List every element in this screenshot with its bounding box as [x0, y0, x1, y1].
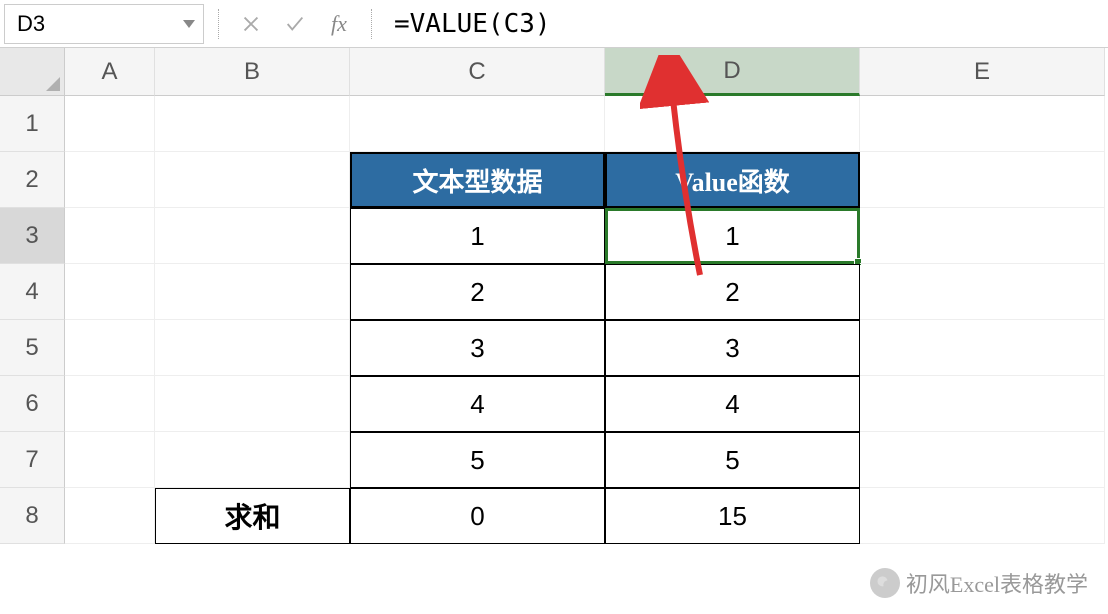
spreadsheet-grid: 1 2 3 4 5 6 7 8 A B C D E	[0, 48, 1108, 544]
row-header-8[interactable]: 8	[0, 488, 65, 544]
cell-e5[interactable]	[860, 320, 1105, 376]
name-box-value: D3	[17, 11, 45, 37]
cell-d5[interactable]: 3	[605, 320, 860, 376]
fx-icon[interactable]: fx	[317, 4, 361, 44]
row-header-2[interactable]: 2	[0, 152, 65, 208]
row-header-1[interactable]: 1	[0, 96, 65, 152]
watermark: 初风Excel表格教学	[870, 567, 1088, 599]
cell-b2[interactable]	[155, 152, 350, 208]
formula-input[interactable]	[382, 4, 1108, 44]
cell-e3[interactable]	[860, 208, 1105, 264]
cell-c2[interactable]: 文本型数据	[350, 152, 605, 208]
divider	[218, 9, 219, 39]
cell-e6[interactable]	[860, 376, 1105, 432]
col-header-a[interactable]: A	[65, 48, 155, 96]
watermark-text: 初风Excel表格教学	[906, 567, 1088, 599]
wechat-icon	[870, 568, 900, 598]
cell-e8[interactable]	[860, 488, 1105, 544]
cell-a5[interactable]	[65, 320, 155, 376]
row-header-7[interactable]: 7	[0, 432, 65, 488]
divider	[371, 9, 372, 39]
col-header-c[interactable]: C	[350, 48, 605, 96]
select-all-corner[interactable]	[0, 48, 65, 96]
cell-c3[interactable]: 1	[350, 208, 605, 264]
cells-area: 文本型数据 Value函数 1 1 2 2	[65, 96, 1108, 544]
row-header-6[interactable]: 6	[0, 376, 65, 432]
cell-c4[interactable]: 2	[350, 264, 605, 320]
row-headers: 1 2 3 4 5 6 7 8	[0, 48, 65, 544]
cell-b1[interactable]	[155, 96, 350, 152]
column-headers: A B C D E	[65, 48, 1108, 96]
cell-d8[interactable]: 15	[605, 488, 860, 544]
cell-e7[interactable]	[860, 432, 1105, 488]
cell-e2[interactable]	[860, 152, 1105, 208]
cell-a3[interactable]	[65, 208, 155, 264]
cell-d7[interactable]: 5	[605, 432, 860, 488]
col-header-e[interactable]: E	[860, 48, 1105, 96]
cell-b7[interactable]	[155, 432, 350, 488]
cell-c5[interactable]: 3	[350, 320, 605, 376]
name-box-dropdown-icon[interactable]	[183, 20, 195, 28]
cell-a4[interactable]	[65, 264, 155, 320]
col-header-d[interactable]: D	[605, 48, 860, 96]
cell-a8[interactable]	[65, 488, 155, 544]
cell-a1[interactable]	[65, 96, 155, 152]
cell-b8[interactable]: 求和	[155, 488, 350, 544]
cancel-icon[interactable]	[229, 4, 273, 44]
row-header-5[interactable]: 5	[0, 320, 65, 376]
cell-a7[interactable]	[65, 432, 155, 488]
cell-b3[interactable]	[155, 208, 350, 264]
cell-d1[interactable]	[605, 96, 860, 152]
cell-c7[interactable]: 5	[350, 432, 605, 488]
cell-c1[interactable]	[350, 96, 605, 152]
cell-c8[interactable]: 0	[350, 488, 605, 544]
cell-b6[interactable]	[155, 376, 350, 432]
cell-e1[interactable]	[860, 96, 1105, 152]
name-box[interactable]: D3	[4, 4, 204, 44]
cell-e4[interactable]	[860, 264, 1105, 320]
row-header-4[interactable]: 4	[0, 264, 65, 320]
cell-d3[interactable]: 1	[605, 208, 860, 264]
cell-c6[interactable]: 4	[350, 376, 605, 432]
confirm-icon[interactable]	[273, 4, 317, 44]
cell-b5[interactable]	[155, 320, 350, 376]
cell-b4[interactable]	[155, 264, 350, 320]
cell-d2[interactable]: Value函数	[605, 152, 860, 208]
cell-a6[interactable]	[65, 376, 155, 432]
row-header-3[interactable]: 3	[0, 208, 65, 264]
formula-bar: D3 fx	[0, 0, 1108, 48]
cell-a2[interactable]	[65, 152, 155, 208]
cell-d4[interactable]: 2	[605, 264, 860, 320]
col-header-b[interactable]: B	[155, 48, 350, 96]
sheet-area: A B C D E 文本型数据 Value函数	[65, 48, 1108, 544]
cell-d6[interactable]: 4	[605, 376, 860, 432]
